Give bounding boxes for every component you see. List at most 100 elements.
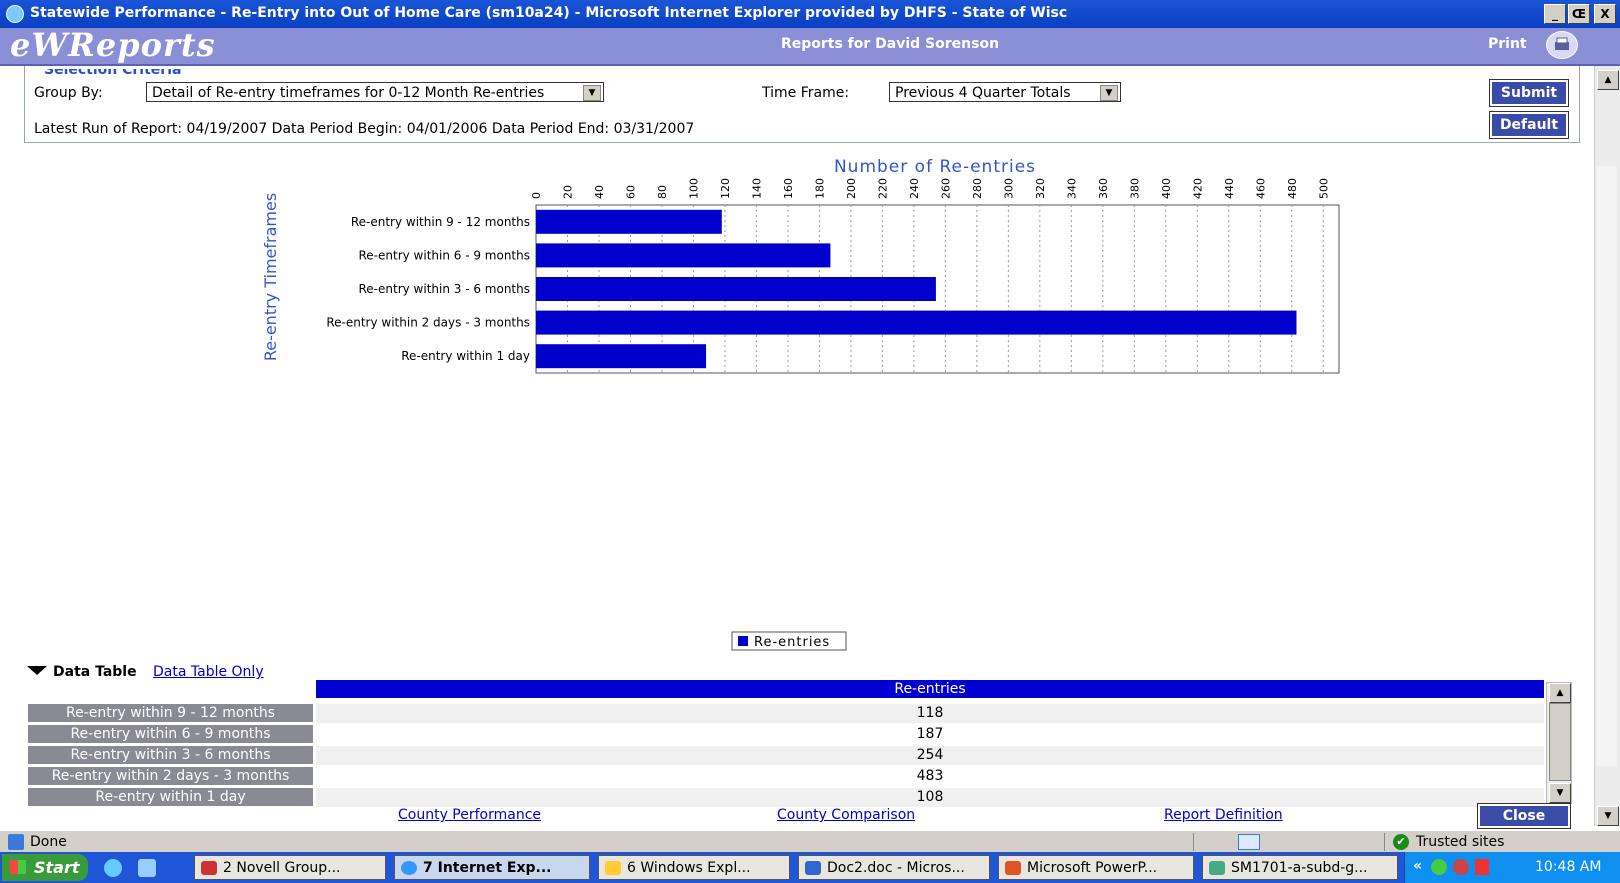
word-doc-icon — [805, 861, 821, 875]
network-tray-icon[interactable] — [1431, 859, 1447, 875]
zone-text: Trusted sites — [1416, 834, 1505, 850]
chart-legend: Re-entries — [731, 631, 847, 651]
status-text: Done — [30, 834, 67, 850]
legend-swatch — [738, 636, 748, 646]
table-row-label: Re-entry within 2 days - 3 months — [28, 767, 313, 785]
table-row-label: Re-entry within 3 - 6 months — [28, 746, 313, 764]
x-tick-label: 240 — [908, 178, 921, 199]
x-tick-label: 400 — [1160, 178, 1173, 199]
page-icon — [8, 834, 24, 850]
x-tick-label: 180 — [813, 178, 826, 199]
start-button[interactable]: Start — [2, 854, 88, 881]
taskbar-item[interactable]: Doc2.doc - Micros... — [798, 855, 990, 880]
county-comparison-link[interactable]: County Comparison — [777, 807, 915, 823]
security-tray-icon[interactable] — [1453, 859, 1469, 875]
table-cell-value: 187 — [316, 725, 1544, 744]
scroll-track[interactable] — [1597, 166, 1617, 766]
x-tick-label: 20 — [561, 185, 574, 199]
data-table-column-header: Re-entries — [316, 680, 1544, 698]
folder-icon — [605, 861, 621, 875]
data-table-toggle[interactable]: Data Table — [53, 664, 137, 680]
x-tick-label: 480 — [1286, 178, 1299, 199]
scroll-down-arrow-icon[interactable]: ▼ — [1549, 783, 1571, 803]
bar — [536, 277, 936, 301]
windows-logo-icon — [10, 860, 26, 874]
scroll-down-arrow-icon[interactable]: ▼ — [1597, 806, 1619, 826]
table-cell-value: 483 — [316, 767, 1544, 786]
county-performance-link[interactable]: County Performance — [398, 807, 541, 823]
y-axis-title: Re-entry Timeframes — [261, 193, 280, 361]
ie-quicklaunch-icon[interactable] — [104, 859, 122, 877]
bar — [536, 243, 831, 268]
status-divider — [1193, 833, 1194, 851]
x-tick-label: 220 — [876, 178, 889, 199]
close-button[interactable]: Close — [1477, 803, 1571, 829]
x-tick-label: 0 — [530, 192, 543, 199]
bar — [536, 209, 722, 234]
x-tick-label: 460 — [1254, 178, 1267, 199]
taskbar-item[interactable]: 6 Windows Expl... — [598, 855, 790, 880]
x-tick-label: 200 — [845, 178, 858, 199]
category-labels: Re-entry within 9 - 12 months Re-entry wi… — [326, 215, 530, 363]
table-row-label: Re-entry within 9 - 12 months — [28, 704, 313, 722]
start-label: Start — [34, 858, 80, 877]
x-tick-label: 40 — [593, 185, 606, 199]
category-label: Re-entry within 6 - 9 months — [358, 248, 530, 262]
chart-title: Number of Re-entries — [834, 157, 1036, 177]
x-tick-label: 80 — [656, 185, 669, 199]
internet-explorer-icon — [401, 861, 417, 875]
data-table-only-link[interactable]: Data Table Only — [153, 664, 264, 680]
table-cell-value: 254 — [316, 746, 1544, 765]
category-label: Re-entry within 3 - 6 months — [358, 282, 530, 296]
x-tick-label: 260 — [939, 178, 952, 199]
taskbar-item[interactable]: Microsoft PowerP... — [998, 855, 1194, 880]
groupwise-icon — [201, 861, 217, 875]
page-scrollbar[interactable]: ▲ ▼ — [1594, 66, 1620, 826]
desktop-quicklaunch-icon[interactable] — [138, 859, 156, 877]
x-tick-label: 280 — [971, 178, 984, 199]
x-tick-label: 300 — [1002, 178, 1015, 199]
status-divider — [1384, 833, 1385, 851]
x-tick-label: 60 — [624, 185, 637, 199]
x-tick-label: 320 — [1034, 178, 1047, 199]
bar — [536, 310, 1297, 335]
x-tick-labels: 0 20 40 60 80 100 120 140 160 180 200 220 240 260 280 3… — [530, 178, 1330, 199]
table-row-label: Re-entry within 1 day — [28, 788, 313, 806]
antivirus-tray-icon[interactable] — [1475, 859, 1489, 875]
clock: 10:48 AM — [1535, 859, 1602, 875]
x-tick-label: 100 — [687, 178, 700, 199]
x-tick-label: 140 — [750, 178, 763, 199]
progress-icon — [1238, 834, 1260, 850]
taskbar-item[interactable]: 2 Novell Group... — [194, 855, 386, 880]
scroll-up-arrow-icon[interactable]: ▲ — [1597, 70, 1619, 90]
legend-label: Re-entries — [754, 635, 830, 650]
x-tick-label: 380 — [1128, 178, 1141, 199]
status-bar: Done ✔ Trusted sites — [0, 830, 1620, 853]
x-tick-label: 160 — [782, 178, 795, 199]
powerpoint-icon — [1005, 861, 1021, 875]
category-label: Re-entry within 1 day — [401, 349, 530, 363]
close-window-button[interactable]: X — [1594, 4, 1616, 24]
x-tick-label: 440 — [1223, 178, 1236, 199]
table-scrollbar[interactable]: ▲ ▼ — [1546, 682, 1572, 804]
category-label: Re-entry within 9 - 12 months — [351, 215, 530, 229]
scroll-thumb[interactable] — [1549, 703, 1571, 781]
x-tick-label: 420 — [1191, 178, 1204, 199]
report-definition-link[interactable]: Report Definition — [1164, 807, 1283, 823]
category-label: Re-entry within 2 days - 3 months — [326, 316, 530, 330]
collapse-triangle-icon[interactable] — [26, 665, 47, 679]
table-row-label: Re-entry within 6 - 9 months — [28, 725, 313, 743]
trusted-sites-check-icon: ✔ — [1393, 834, 1409, 850]
document-icon — [1209, 861, 1225, 875]
taskbar-item-active[interactable]: 7 Internet Exp... — [394, 855, 590, 880]
table-cell-value: 118 — [316, 704, 1544, 723]
taskbar-item[interactable]: SM1701-a-subd-g... — [1202, 855, 1398, 880]
windows-taskbar: Start 2 Novell Group... 7 Internet Exp..… — [0, 852, 1620, 883]
scroll-up-arrow-icon[interactable]: ▲ — [1549, 683, 1571, 703]
tray-expand-chevron[interactable]: « — [1413, 858, 1422, 874]
table-cell-value: 108 — [316, 788, 1544, 807]
reentries-bar-chart: Number of Re-entries Re-entry Timeframes… — [261, 157, 1340, 651]
system-tray: « 10:48 AM — [1404, 852, 1620, 883]
x-tick-label: 360 — [1097, 178, 1110, 199]
bar — [536, 344, 707, 369]
